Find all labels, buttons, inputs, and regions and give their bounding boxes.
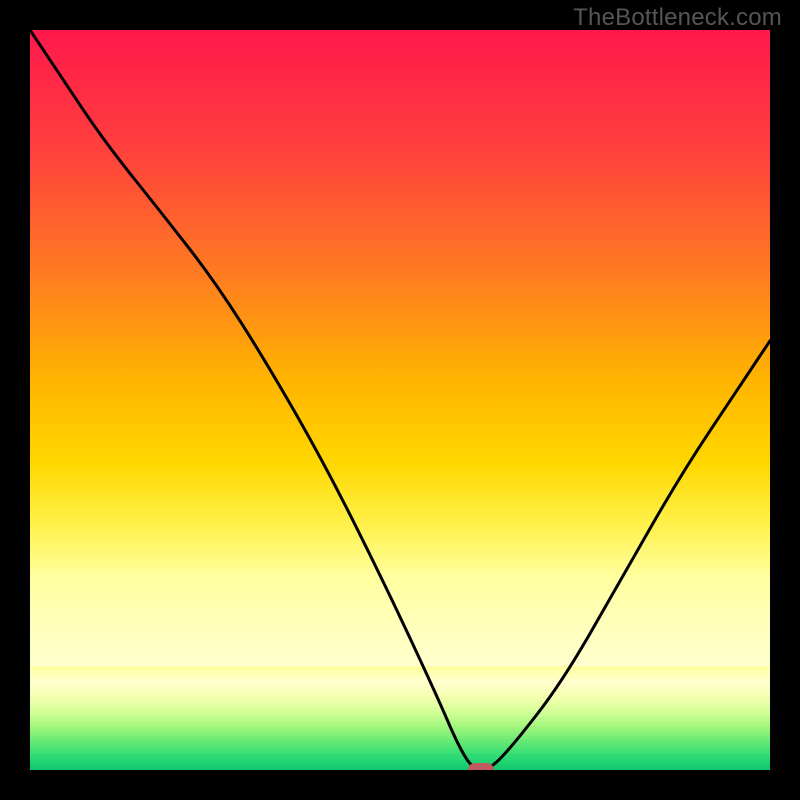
- curve-svg: [30, 30, 770, 770]
- plot-area: [30, 30, 770, 770]
- chart-frame: TheBottleneck.com: [0, 0, 800, 800]
- optimum-marker: [468, 763, 494, 770]
- watermark-text: TheBottleneck.com: [573, 4, 782, 32]
- bottleneck-curve: [30, 30, 770, 770]
